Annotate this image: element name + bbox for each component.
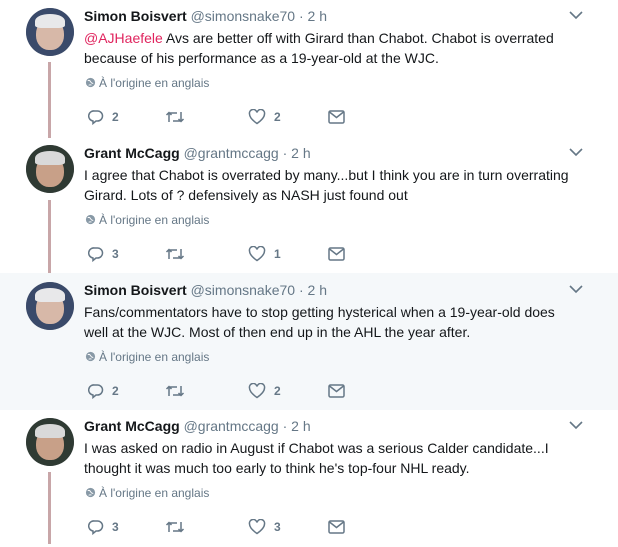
like-count: 2 (274, 384, 281, 398)
author-name[interactable]: Grant McCagg (84, 145, 180, 161)
chevron-down-icon[interactable] (569, 284, 583, 294)
tweet-text: Fans/commentators have to stop getting h… (84, 302, 574, 342)
reply-count: 2 (112, 110, 119, 124)
dm-button[interactable] (328, 381, 345, 401)
translate-label: À l'origine en anglais (99, 486, 210, 500)
reply-button[interactable]: 2 (88, 381, 119, 401)
tweet-header: Grant McCagg @grantmccagg · 2 h (84, 418, 311, 434)
author-name[interactable]: Grant McCagg (84, 418, 180, 434)
heart-icon (248, 383, 266, 399)
dm-button[interactable] (328, 517, 345, 537)
like-button[interactable]: 3 (248, 517, 281, 537)
tweet-body: I agree that Chabot is overrated by many… (84, 167, 569, 203)
tweet[interactable]: Grant McCagg @grantmccagg · 2 h I agree … (0, 137, 618, 274)
heart-icon (248, 246, 266, 262)
author-name[interactable]: Simon Boisvert (84, 8, 187, 24)
globe-icon (85, 214, 96, 225)
retweet-button[interactable] (165, 107, 193, 127)
translate-label: À l'origine en anglais (99, 350, 210, 364)
reply-icon (88, 110, 104, 125)
tweet-body: Fans/commentators have to stop getting h… (84, 304, 555, 340)
reply-count: 3 (112, 247, 119, 261)
retweet-icon (165, 248, 185, 260)
translate-link[interactable]: À l'origine en anglais (85, 213, 209, 227)
avatar[interactable] (26, 145, 74, 193)
retweet-icon (165, 385, 185, 397)
globe-icon (85, 487, 96, 498)
heart-icon (248, 109, 266, 125)
reply-icon (88, 247, 104, 262)
avatar[interactable] (26, 418, 74, 466)
like-count: 2 (274, 110, 281, 124)
avatar[interactable] (26, 8, 74, 56)
like-button[interactable]: 1 (248, 244, 281, 264)
tweet-time[interactable]: · 2 h (283, 418, 311, 434)
author-handle[interactable]: @simonsnake70 (191, 8, 296, 24)
envelope-icon (328, 520, 345, 534)
chevron-down-icon[interactable] (569, 10, 583, 20)
envelope-icon (328, 384, 345, 398)
globe-icon (85, 351, 96, 362)
like-count: 3 (274, 520, 281, 534)
envelope-icon (328, 110, 345, 124)
mention-link[interactable]: @AJHaefele (84, 30, 163, 46)
like-button[interactable]: 2 (248, 381, 281, 401)
tweet-text: @AJHaefele Avs are better off with Girar… (84, 28, 574, 68)
author-handle[interactable]: @grantmccagg (184, 145, 279, 161)
chevron-down-icon[interactable] (569, 147, 583, 157)
dm-button[interactable] (328, 107, 345, 127)
reply-icon (88, 520, 104, 535)
globe-icon (85, 77, 96, 88)
retweet-icon (165, 521, 185, 533)
tweet-time[interactable]: · 2 h (283, 145, 311, 161)
reply-button[interactable]: 2 (88, 107, 119, 127)
chevron-down-icon[interactable] (569, 420, 583, 430)
reply-count: 2 (112, 384, 119, 398)
avatar[interactable] (26, 282, 74, 330)
translate-link[interactable]: À l'origine en anglais (85, 76, 209, 90)
reply-count: 3 (112, 520, 119, 534)
tweet[interactable]: Simon Boisvert @simonsnake70 · 2 h @AJHa… (0, 0, 618, 137)
retweet-button[interactable] (165, 244, 193, 264)
retweet-icon (165, 111, 185, 123)
reply-button[interactable]: 3 (88, 517, 119, 537)
like-button[interactable]: 2 (248, 107, 281, 127)
like-count: 1 (274, 247, 281, 261)
tweet[interactable]: Simon Boisvert @simonsnake70 · 2 h Fans/… (0, 273, 618, 410)
retweet-button[interactable] (165, 381, 193, 401)
translate-label: À l'origine en anglais (99, 76, 210, 90)
author-handle[interactable]: @simonsnake70 (191, 282, 296, 298)
tweet-header: Simon Boisvert @simonsnake70 · 2 h (84, 8, 327, 24)
author-name[interactable]: Simon Boisvert (84, 282, 187, 298)
envelope-icon (328, 247, 345, 261)
heart-icon (248, 519, 266, 535)
translate-link[interactable]: À l'origine en anglais (85, 486, 209, 500)
tweet-header: Grant McCagg @grantmccagg · 2 h (84, 145, 311, 161)
reply-button[interactable]: 3 (88, 244, 119, 264)
dm-button[interactable] (328, 244, 345, 264)
tweet-text: I was asked on radio in August if Chabot… (84, 438, 574, 478)
tweet-text: I agree that Chabot is overrated by many… (84, 165, 574, 205)
retweet-button[interactable] (165, 517, 193, 537)
tweet-header: Simon Boisvert @simonsnake70 · 2 h (84, 282, 327, 298)
translate-label: À l'origine en anglais (99, 213, 210, 227)
tweet-body: I was asked on radio in August if Chabot… (84, 440, 549, 476)
translate-link[interactable]: À l'origine en anglais (85, 350, 209, 364)
author-handle[interactable]: @grantmccagg (184, 418, 279, 434)
tweet-time[interactable]: · 2 h (299, 282, 327, 298)
tweet[interactable]: Grant McCagg @grantmccagg · 2 h I was as… (0, 410, 618, 547)
reply-icon (88, 384, 104, 399)
tweet-time[interactable]: · 2 h (299, 8, 327, 24)
